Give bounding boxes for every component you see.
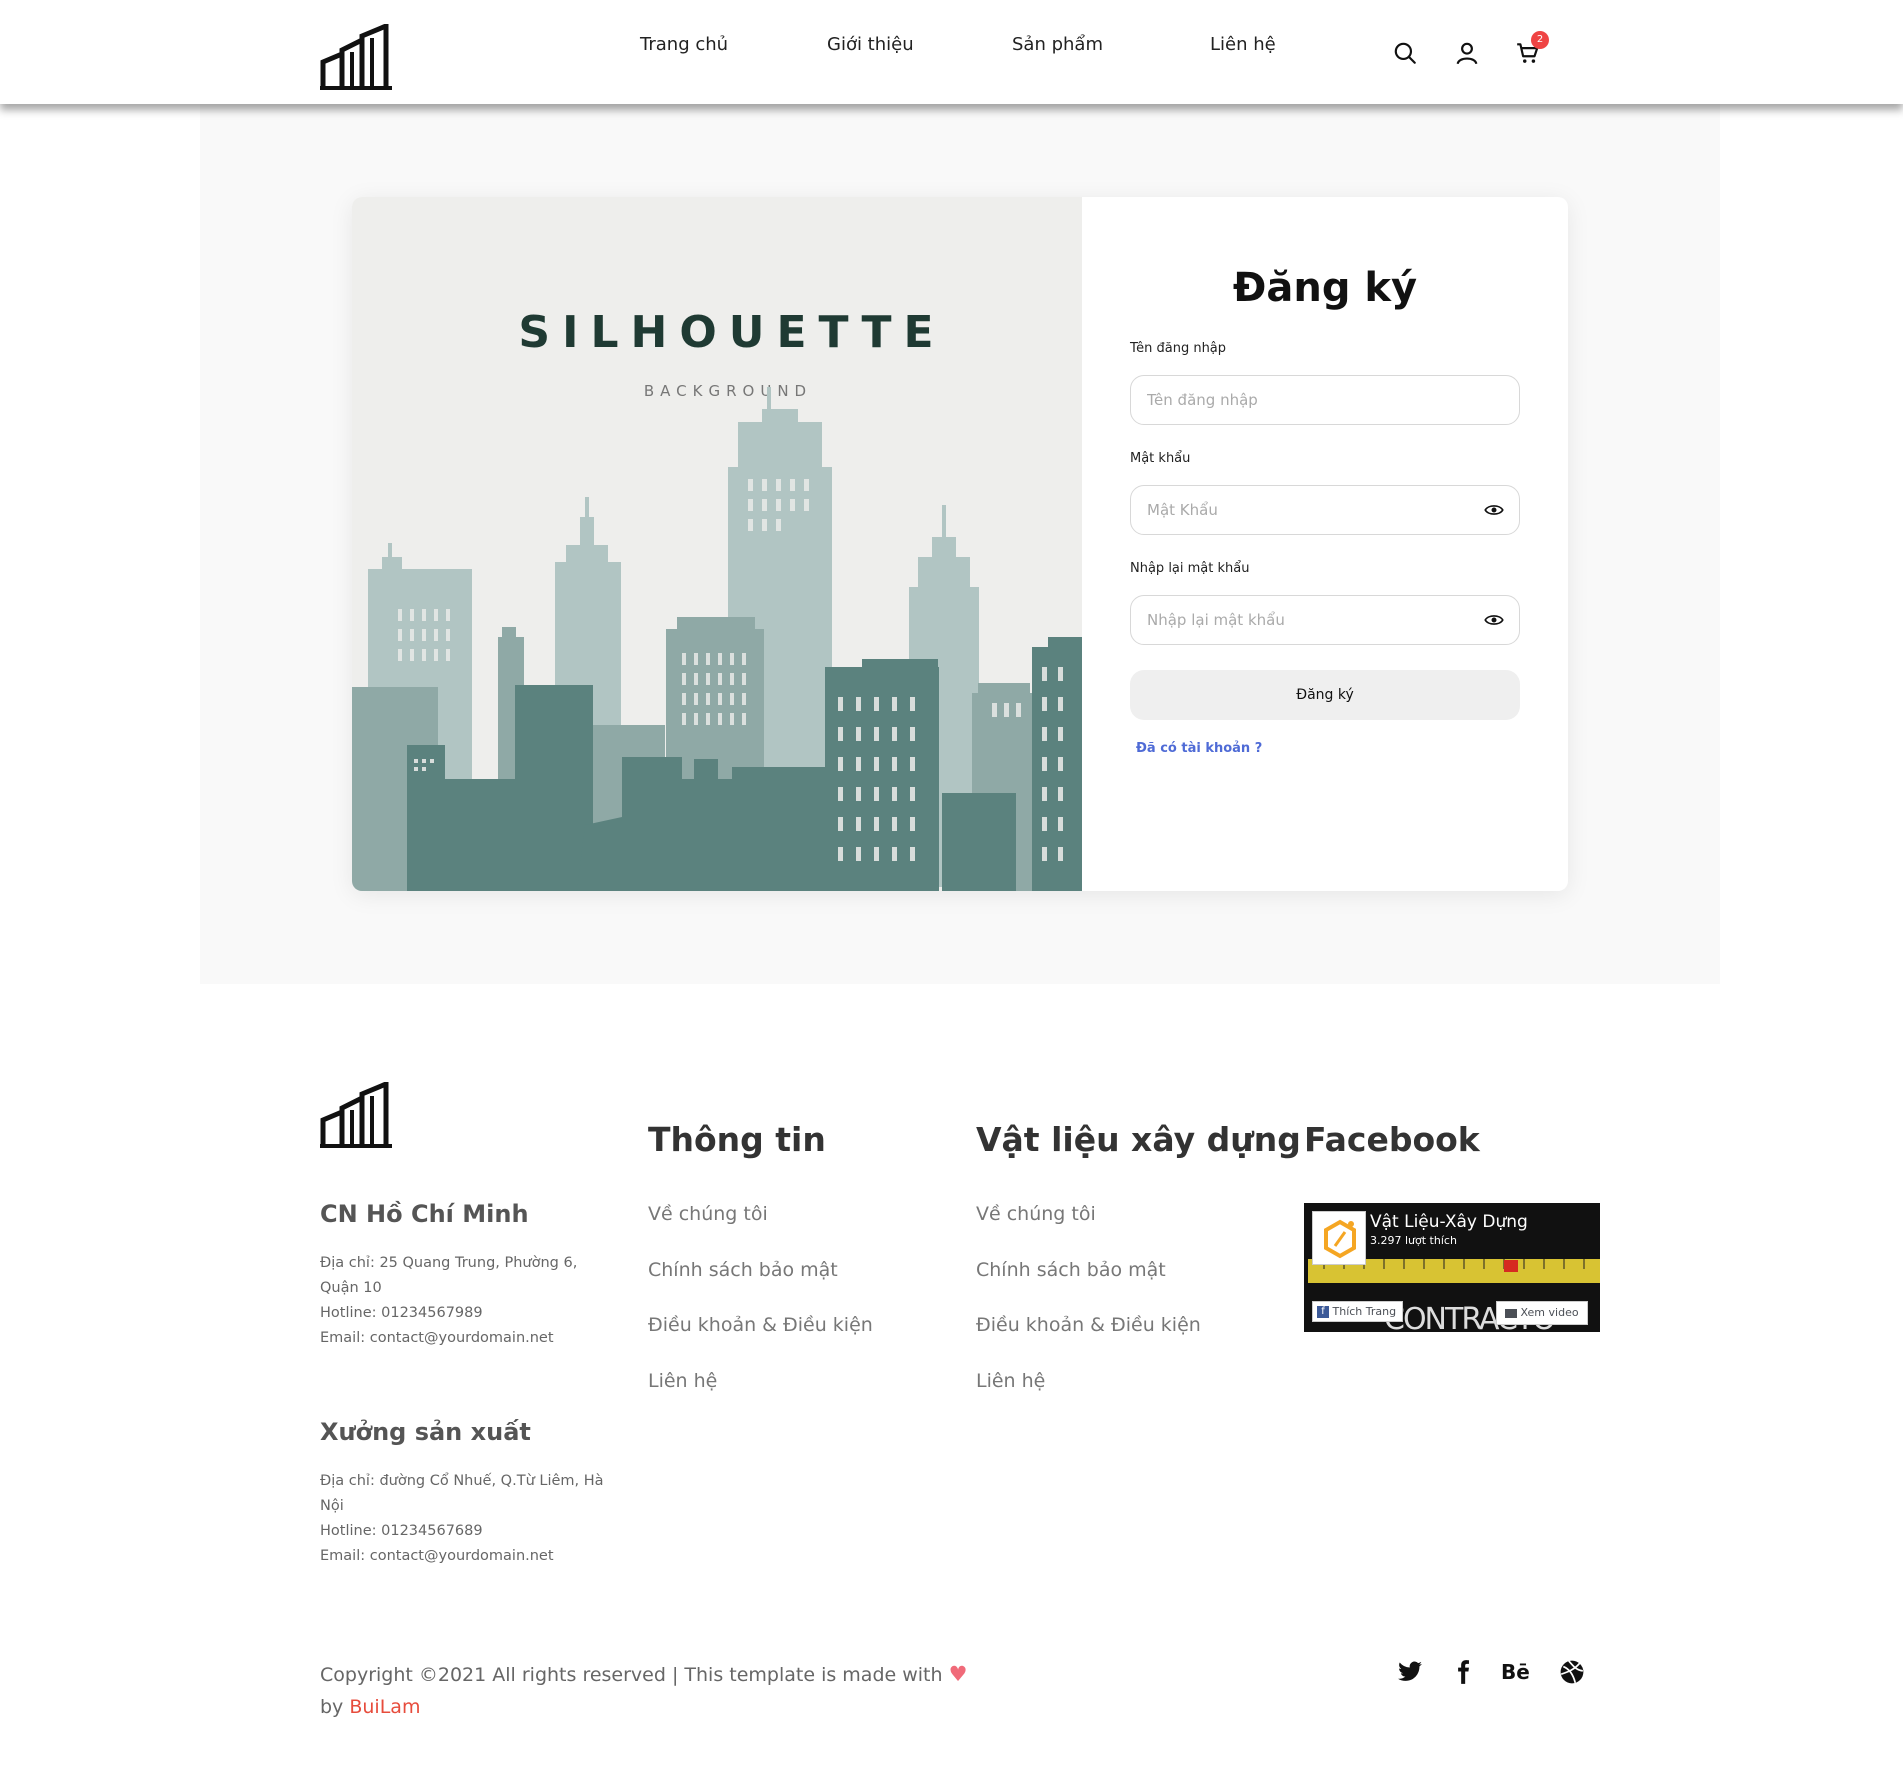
facebook-page-avatar xyxy=(1312,1211,1366,1265)
footer-logo[interactable] xyxy=(320,1082,392,1148)
factory-address-2: Nội xyxy=(320,1498,344,1514)
username-input[interactable] xyxy=(1130,375,1520,425)
footer-info-link-terms[interactable]: Điều khoản & Điều kiện xyxy=(648,1314,873,1336)
twitter-icon[interactable] xyxy=(1397,1659,1423,1685)
footer-info-link-contact[interactable]: Liên hệ xyxy=(648,1370,717,1392)
confirm-password-input[interactable] xyxy=(1130,595,1520,645)
behance-icon[interactable]: Bē xyxy=(1501,1659,1531,1685)
copyright-by: by xyxy=(320,1696,344,1718)
branch-hcm-email: Email: contact@yourdomain.net xyxy=(320,1330,554,1346)
form-title: Đăng ký xyxy=(1232,265,1418,311)
password-label: Mật khẩu xyxy=(1130,451,1191,466)
logo[interactable] xyxy=(320,24,392,90)
svg-text:Bē: Bē xyxy=(1501,1660,1530,1684)
facebook-like-button[interactable]: f Thích Trang xyxy=(1312,1301,1404,1322)
nav-contact[interactable]: Liên hệ xyxy=(1210,34,1276,55)
footer-materials-link-privacy[interactable]: Chính sách bảo mật xyxy=(976,1259,1166,1281)
branch-hcm-info: Địa chỉ: 25 Quang Trung, Phường 6, Quận … xyxy=(320,1251,577,1351)
video-play-icon xyxy=(1505,1308,1517,1318)
branch-hcm-address-1: Địa chỉ: 25 Quang Trung, Phường 6, xyxy=(320,1255,578,1271)
footer-info-link-about[interactable]: Về chúng tôi xyxy=(648,1203,768,1225)
eye-icon[interactable] xyxy=(1484,500,1504,520)
illustration-title: SILHOUETTE xyxy=(518,307,945,358)
footer-materials-title: Vật liệu xây dựng xyxy=(976,1120,1301,1159)
facebook-icon: f xyxy=(1317,1306,1329,1318)
branch-hcm-title: CN Hồ Chí Minh xyxy=(320,1200,529,1228)
facebook-video-label: Xem video xyxy=(1520,1306,1579,1319)
password-input[interactable] xyxy=(1130,485,1520,535)
facebook-icon[interactable] xyxy=(1450,1659,1476,1685)
author-link[interactable]: BuiLam xyxy=(349,1696,420,1718)
illustration-subtitle: BACKGROUND xyxy=(644,382,812,400)
factory-title: Xưởng sản xuất xyxy=(320,1418,531,1446)
facebook-page-name[interactable]: Vật Liệu-Xây Dựng xyxy=(1370,1212,1528,1232)
footer-info-title: Thông tin xyxy=(648,1120,826,1159)
nav-about[interactable]: Giới thiệu xyxy=(827,34,914,55)
branch-hcm-address-2: Quận 10 xyxy=(320,1280,382,1296)
facebook-likes: 3.297 lượt thích xyxy=(1370,1234,1457,1247)
branch-hcm-hotline: Hotline: 01234567989 xyxy=(320,1305,483,1321)
confirm-password-label: Nhập lại mật khẩu xyxy=(1130,561,1250,576)
heart-icon: ♥ xyxy=(948,1662,968,1686)
register-button[interactable]: Đăng ký xyxy=(1130,670,1520,720)
factory-hotline: Hotline: 01234567689 xyxy=(320,1523,483,1539)
copyright-text: Copyright ©2021 All rights reserved | Th… xyxy=(320,1664,943,1686)
register-card: SILHOUETTE BACKGROUND Đăng ký Tên đăng n… xyxy=(352,197,1568,891)
city-skyline-image: SILHOUETTE BACKGROUND xyxy=(352,307,1082,891)
site-header: Trang chủ Giới thiệu Sản phẩm Liên hệ 2 xyxy=(0,0,1903,104)
search-icon[interactable] xyxy=(1392,40,1418,66)
eye-icon[interactable] xyxy=(1484,610,1504,630)
nav-products[interactable]: Sản phẩm xyxy=(1012,34,1103,55)
main-section: SILHOUETTE BACKGROUND Đăng ký Tên đăng n… xyxy=(200,104,1720,984)
city-illustration: SILHOUETTE BACKGROUND xyxy=(352,197,1082,891)
factory-info: Địa chỉ: đường Cổ Nhuế, Q.Từ Liêm, Hà Nộ… xyxy=(320,1469,604,1569)
facebook-video-button[interactable]: Xem video xyxy=(1496,1301,1588,1325)
user-icon[interactable] xyxy=(1454,40,1480,66)
login-link[interactable]: Đã có tài khoản ? xyxy=(1136,741,1262,756)
footer-materials-link-terms[interactable]: Điều khoản & Điều kiện xyxy=(976,1314,1201,1336)
cart-button[interactable]: 2 xyxy=(1515,31,1549,66)
dribbble-icon[interactable] xyxy=(1559,1659,1585,1685)
copyright: Copyright ©2021 All rights reserved | Th… xyxy=(320,1658,967,1723)
facebook-page-widget[interactable]: CONTRACTO Vật Liệu-Xây Dựng 3.297 lượt t… xyxy=(1304,1203,1600,1332)
factory-address-1: Địa chỉ: đường Cổ Nhuế, Q.Từ Liêm, Hà xyxy=(320,1473,604,1489)
nav-home[interactable]: Trang chủ xyxy=(640,34,728,55)
footer-facebook-title: Facebook xyxy=(1304,1120,1480,1159)
footer-info-link-privacy[interactable]: Chính sách bảo mật xyxy=(648,1259,838,1281)
register-form: Đăng ký Tên đăng nhập Mật khẩu Nhập lại … xyxy=(1082,197,1568,891)
facebook-like-label: Thích Trang xyxy=(1332,1305,1397,1318)
cart-count-badge: 2 xyxy=(1531,31,1549,49)
username-label: Tên đăng nhập xyxy=(1130,341,1227,356)
factory-email: Email: contact@yourdomain.net xyxy=(320,1548,554,1564)
footer-materials-link-about[interactable]: Về chúng tôi xyxy=(976,1203,1096,1225)
footer-materials-link-contact[interactable]: Liên hệ xyxy=(976,1370,1045,1392)
